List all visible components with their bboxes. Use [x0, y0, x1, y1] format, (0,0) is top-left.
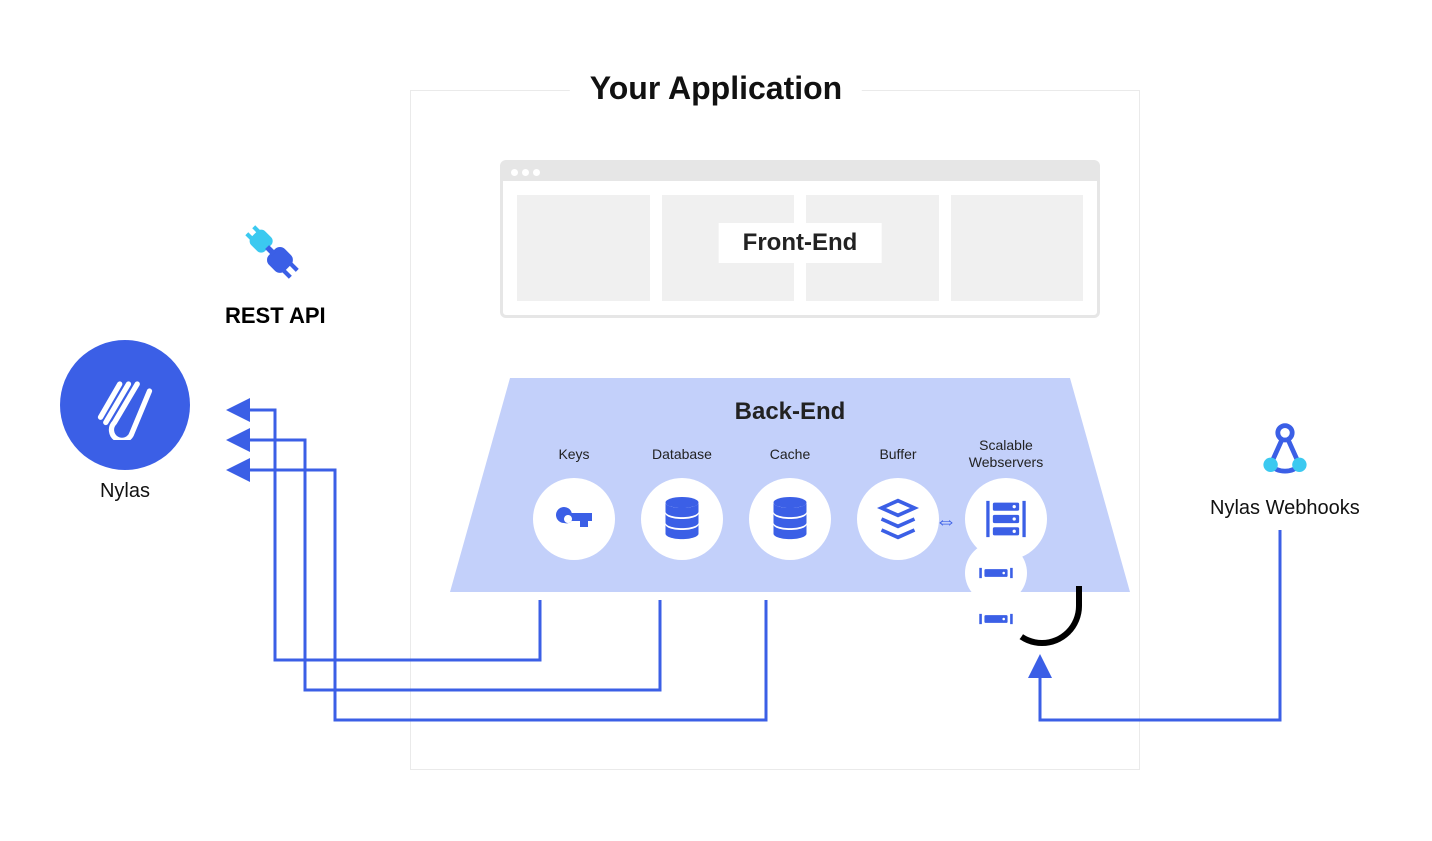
browser-dot-icon: [511, 169, 518, 176]
frontend-column: [951, 195, 1084, 301]
database-icon: [768, 495, 812, 543]
webhooks-node: Nylas Webhooks: [1210, 420, 1360, 520]
frontend-column: [517, 195, 650, 301]
keys-circle: [533, 478, 615, 560]
paperclip-icon: [90, 370, 160, 440]
backend-item-database: Database: [641, 438, 723, 560]
key-icon: [550, 495, 598, 543]
browser-dot-icon: [533, 169, 540, 176]
webhooks-label: Nylas Webhooks: [1210, 497, 1360, 520]
nylas-node: Nylas: [60, 340, 190, 503]
nylas-label: Nylas: [60, 480, 190, 503]
server-row-icon: [978, 612, 1014, 626]
backend-item-buffer: Buffer: [857, 438, 939, 560]
database-icon: [660, 495, 704, 543]
backend-item-cache: Cache: [749, 438, 831, 560]
rest-api-label: REST API: [225, 303, 326, 329]
be-label: Keys: [558, 438, 589, 470]
webhook-icon: [1253, 420, 1317, 484]
sync-arrows-icon: ⇔: [935, 508, 957, 534]
browser-bar: [503, 163, 1097, 181]
frontend-browser: Front-End: [500, 160, 1100, 318]
architecture-diagram: Your Application Front-End Back-End Keys: [0, 0, 1432, 841]
nylas-logo-icon: [60, 340, 190, 470]
backend-container: Back-End Keys Database: [450, 378, 1130, 592]
server-row-icon: [978, 566, 1014, 580]
be-label: Cache: [770, 438, 810, 470]
buffer-circle: [857, 478, 939, 560]
servers-icon: [983, 496, 1029, 542]
database-circle: [641, 478, 723, 560]
rest-api-node: REST API: [225, 220, 326, 329]
be-label: Scalable Webservers: [969, 438, 1043, 470]
plug-icon: [240, 220, 310, 290]
cache-circle: [749, 478, 831, 560]
be-label: Database: [652, 438, 712, 470]
layers-icon: [876, 496, 920, 542]
backend-title: Back-End: [450, 398, 1130, 426]
browser-dot-icon: [522, 169, 529, 176]
backend-item-keys: Keys: [533, 438, 615, 560]
be-label: Buffer: [879, 438, 916, 470]
app-title: Your Application: [570, 70, 862, 107]
server-circle: [965, 478, 1047, 560]
frontend-label: Front-End: [719, 223, 882, 263]
